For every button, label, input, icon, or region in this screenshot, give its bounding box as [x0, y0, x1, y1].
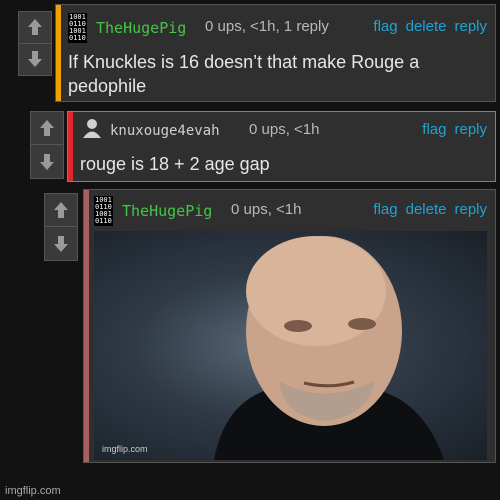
vote-box-3: [44, 193, 78, 261]
site-watermark: imgflip.com: [5, 485, 61, 497]
default-user-avatar-icon: [82, 118, 102, 143]
delete-link[interactable]: delete: [406, 18, 447, 35]
comment-actions: flag reply: [414, 121, 487, 138]
comment-meta: 0 ups, <1h: [231, 201, 302, 218]
reply-link[interactable]: reply: [454, 18, 487, 35]
comment-username[interactable]: TheHugePig: [122, 202, 212, 220]
comment-actions: flag delete reply: [365, 201, 487, 218]
bald-man-photo-icon: [214, 236, 444, 460]
comment-actions: flag delete reply: [365, 18, 487, 35]
upvote-arrow-icon[interactable]: [45, 194, 77, 227]
comment-stripe: [56, 5, 61, 101]
flag-link[interactable]: flag: [373, 18, 397, 35]
comment-username[interactable]: TheHugePig: [96, 19, 186, 37]
comment-3: 1001 0110 1001 0110 TheHugePig 0 ups, <1…: [83, 189, 496, 463]
comment-stripe: [68, 112, 73, 181]
upvote-arrow-icon[interactable]: [31, 112, 63, 145]
downvote-arrow-icon[interactable]: [45, 227, 77, 260]
comment-stripe: [84, 190, 89, 462]
downvote-arrow-icon[interactable]: [31, 145, 63, 178]
binary-avatar-icon: 1001 0110 1001 0110: [68, 13, 87, 43]
downvote-arrow-icon[interactable]: [19, 44, 51, 76]
comment-text: rouge is 18 + 2 age gap: [80, 154, 270, 174]
binary-avatar-icon: 1001 0110 1001 0110: [94, 196, 113, 226]
upvote-arrow-icon[interactable]: [19, 12, 51, 44]
comment-text: If Knuckles is 16 doesn’t that make Roug…: [68, 52, 420, 96]
comment-image: imgflip.com: [94, 231, 487, 460]
vote-box-1: [18, 11, 52, 76]
delete-link[interactable]: delete: [406, 201, 447, 218]
flag-link[interactable]: flag: [422, 121, 446, 138]
comment-username[interactable]: knuxouge4evah: [110, 123, 220, 139]
comment-meta: 0 ups, <1h: [249, 121, 320, 138]
flag-link[interactable]: flag: [373, 201, 397, 218]
reply-link[interactable]: reply: [454, 201, 487, 218]
vote-box-2: [30, 111, 64, 179]
image-watermark: imgflip.com: [102, 444, 148, 454]
comment-2: knuxouge4evah 0 ups, <1h flag reply rouge…: [67, 111, 496, 182]
comment-meta: 0 ups, <1h, 1 reply: [205, 18, 329, 35]
reply-link[interactable]: reply: [454, 121, 487, 138]
comment-1: 1001 0110 1001 0110 TheHugePig 0 ups, <1…: [55, 4, 496, 102]
